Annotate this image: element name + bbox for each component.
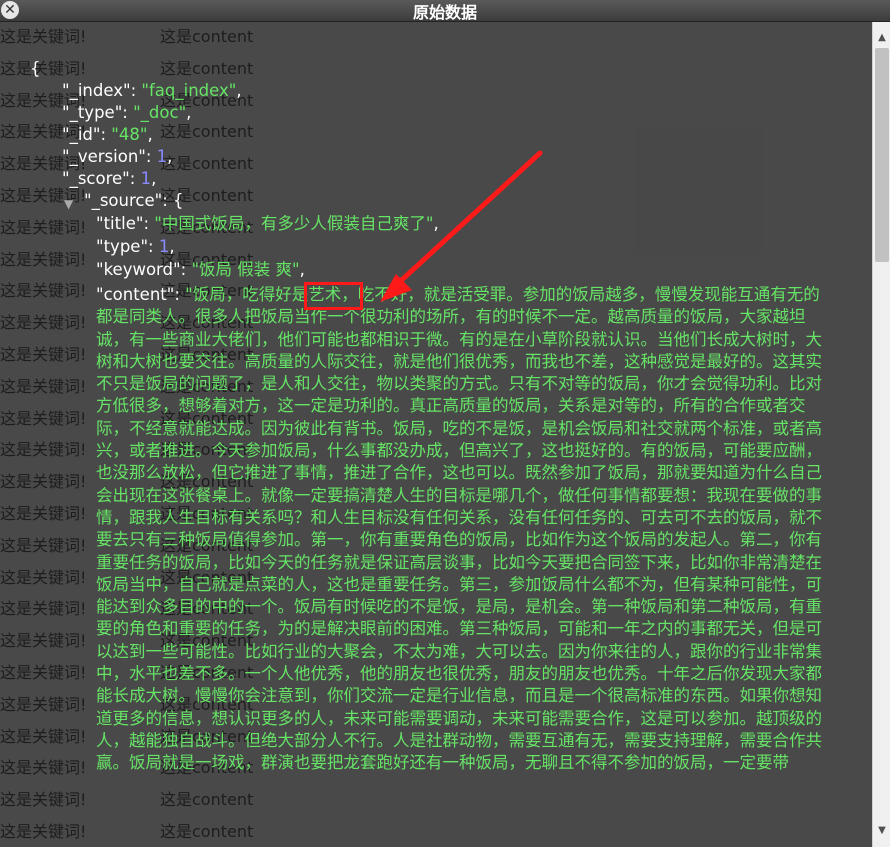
modal-titlebar: ✕ 原始数据 (0, 0, 890, 22)
json-value: "_doc" (133, 103, 187, 122)
json-value: "faq_index" (141, 81, 237, 100)
scroll-down-icon[interactable]: ▼ (873, 823, 890, 839)
json-value: "饭局，吃得好是艺术，吃不好，就是活受罪。参加的饭局越多，慢慢发现能互通有无的都… (96, 285, 822, 773)
close-icon[interactable]: ✕ (1, 1, 19, 19)
json-open-brace: { (30, 59, 41, 78)
modal-title: 原始数据 (412, 2, 477, 22)
highlight-box (304, 282, 363, 310)
json-value: "中国式饭局，有多少人假装自己爽了" (154, 214, 434, 233)
json-key: "content": (96, 285, 186, 304)
json-key: "keyword": (96, 260, 192, 279)
json-key: "_index": (62, 81, 142, 100)
json-value: 1 (158, 237, 170, 256)
json-line-title: "title": "中国式饭局，有多少人假装自己爽了", (96, 214, 439, 233)
json-key: "_version": (62, 147, 157, 166)
json-key: "_score": (62, 169, 141, 188)
json-viewer[interactable]: { "_index": "faq_index", "_type": "_doc"… (0, 22, 872, 847)
json-line-version: "_version": 1, (62, 147, 173, 166)
scroll-thumb[interactable] (875, 48, 889, 262)
json-key: "title": (96, 214, 155, 233)
json-key: "_id": (62, 125, 112, 144)
scroll-up-icon[interactable]: ▲ (873, 30, 890, 46)
json-line-id: "_id": "48", (62, 125, 153, 144)
json-line-index: "_index": "faq_index", (62, 81, 242, 100)
json-line-content: "content": "饭局，吃得好是艺术，吃不好，就是活受罪。参加的饭局越多，… (96, 284, 836, 775)
json-line-source: "_source": { (84, 191, 184, 210)
json-value: "48" (111, 125, 148, 144)
json-key: "type": (96, 237, 159, 256)
json-line-type: "_type": "_doc", (62, 103, 192, 122)
vertical-scrollbar[interactable]: ▲ ▼ (872, 22, 890, 847)
json-value: 1 (156, 147, 168, 166)
json-value: 1 (140, 169, 152, 188)
json-line-score: "_score": 1, (62, 169, 157, 188)
json-line-stype: "type": 1, (96, 237, 175, 256)
triangle-down-icon[interactable]: ▼ (64, 193, 73, 215)
json-key: "_type": (62, 103, 134, 122)
json-value: "饭局 假装 爽" (191, 260, 300, 279)
json-line-keyword: "keyword": "饭局 假装 爽", (96, 260, 305, 279)
